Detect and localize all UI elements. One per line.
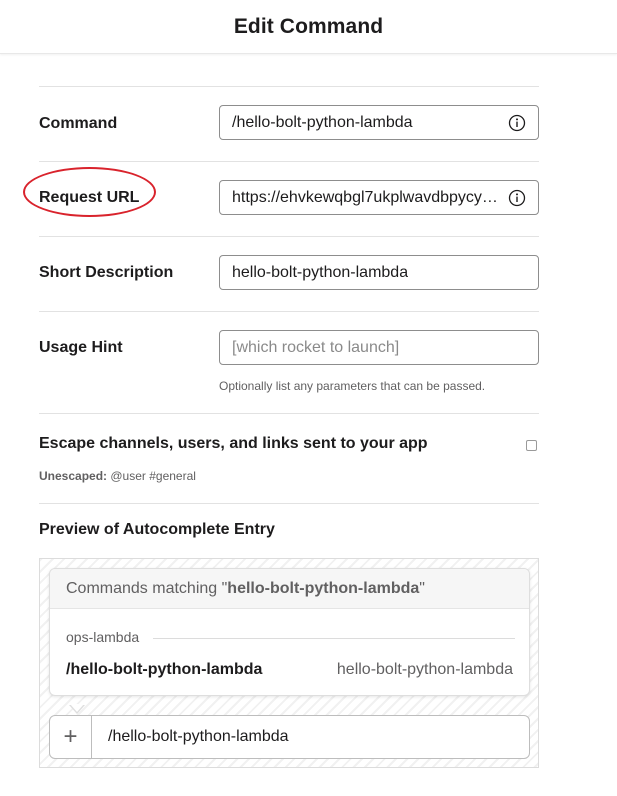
usage-hint-row: Usage Hint [which rocket to launch] Opti… — [39, 312, 539, 413]
unescaped-value: @user #general — [110, 469, 196, 483]
usage-hint-label: Usage Hint — [39, 339, 123, 356]
divider — [153, 638, 515, 639]
command-value: /hello-bolt-python-lambda — [232, 113, 413, 131]
unescaped-example: Unescaped: @user #general — [39, 469, 196, 483]
escape-checkbox[interactable] — [526, 440, 537, 451]
unescaped-label: Unescaped: — [39, 469, 108, 483]
usage-hint-help: Optionally list any parameters that can … — [219, 379, 486, 393]
autocomplete-preview: Commands matching " hello-bolt-python-lam… — [39, 558, 539, 768]
request-url-highlight-annotation — [23, 167, 156, 217]
autocomplete-header: Commands matching " hello-bolt-python-lam… — [50, 569, 529, 609]
info-icon[interactable] — [508, 189, 526, 207]
short-description-row: Short Description hello-bolt-python-lamb… — [39, 237, 539, 311]
autocomplete-card: Commands matching " hello-bolt-python-lam… — [49, 568, 530, 714]
modal-header: Edit Command — [0, 0, 617, 54]
command-label: Command — [39, 115, 118, 132]
short-description-value: hello-bolt-python-lambda — [232, 263, 409, 281]
short-description-label: Short Description — [39, 264, 174, 281]
divider — [39, 503, 539, 504]
page-title: Edit Command — [233, 14, 384, 38]
request-url-value: https://ehvkewqbgl7ukplwavdbpycy… — [232, 188, 498, 206]
message-input-value: /hello-bolt-python-lambda — [108, 728, 289, 745]
matching-suffix: " — [419, 579, 425, 597]
short-description-input[interactable]: hello-bolt-python-lambda — [219, 255, 539, 290]
usage-hint-input[interactable]: [which rocket to launch] — [219, 330, 539, 365]
escape-label: Escape channels, users, and links sent t… — [39, 435, 428, 452]
plus-icon[interactable]: + — [50, 716, 92, 758]
autocomplete-description: hello-bolt-python-lambda — [336, 661, 513, 678]
escape-row: Escape channels, users, and links sent t… — [39, 414, 539, 503]
card-pointer — [69, 704, 85, 714]
matching-term: hello-bolt-python-lambda — [227, 579, 420, 597]
preview-title: Preview of Autocomplete Entry — [39, 521, 275, 538]
command-row: Command /hello-bolt-python-lambda — [39, 87, 539, 161]
info-icon[interactable] — [508, 114, 526, 132]
command-form: Command /hello-bolt-python-lambda Reques… — [39, 86, 539, 504]
request-url-input[interactable]: https://ehvkewqbgl7ukplwavdbpycy… — [219, 180, 539, 215]
usage-hint-placeholder: [which rocket to launch] — [232, 338, 400, 356]
autocomplete-command[interactable]: /hello-bolt-python-lambda — [66, 661, 262, 679]
matching-prefix: Commands matching " — [66, 579, 228, 597]
command-input[interactable]: /hello-bolt-python-lambda — [219, 105, 539, 140]
message-input[interactable]: + /hello-bolt-python-lambda — [49, 715, 530, 759]
autocomplete-group: ops-lambda — [66, 629, 140, 645]
